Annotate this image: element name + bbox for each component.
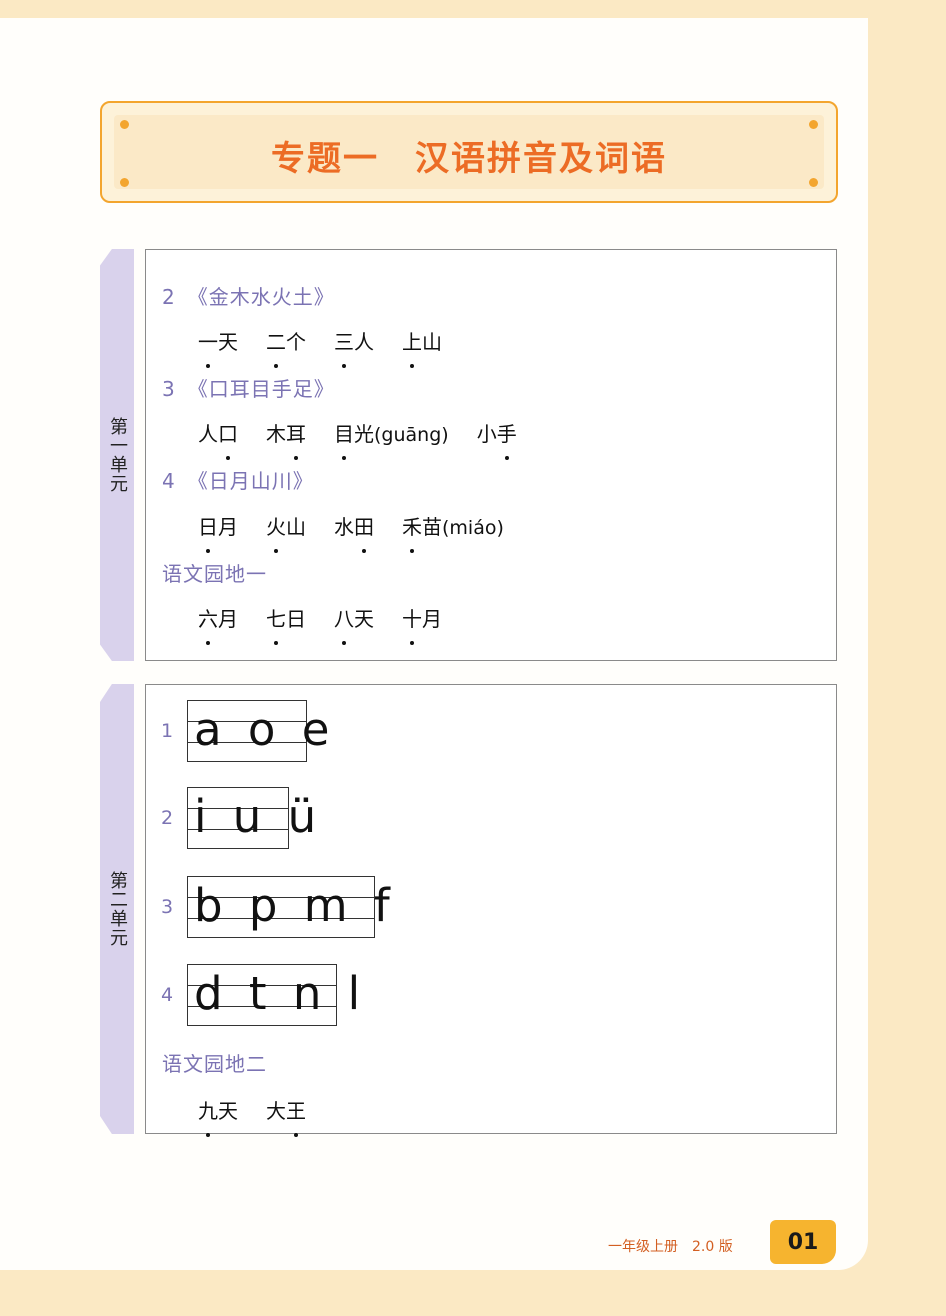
- book-edition: 一年级上册 2.0 版: [608, 1239, 733, 1255]
- corner-dot: [809, 120, 818, 129]
- vocab-char: 光: [354, 422, 374, 446]
- vocab-char: 山: [422, 330, 442, 354]
- vocab-char: 人: [354, 330, 374, 354]
- word-row: 日月 火山 水田 禾苗(miáo): [198, 511, 532, 553]
- vocab-char: 小: [476, 422, 497, 446]
- vocab-char: 九: [198, 1095, 218, 1137]
- lesson-heading: 3 《口耳目手足》: [162, 377, 335, 401]
- vocab-char: 上: [402, 326, 422, 368]
- vocab-word: 一天: [198, 326, 238, 368]
- vocab-char: 大: [266, 1099, 286, 1123]
- unit1-tab: 第一单元: [100, 249, 134, 661]
- vocab-word: 九天: [198, 1095, 238, 1137]
- pinyin-item: 2 i u ü: [161, 787, 316, 849]
- vocab-word: 小手: [476, 418, 517, 460]
- vocab-char: 六: [198, 603, 218, 645]
- vocab-char: 火: [266, 511, 286, 553]
- pinyin-item: 4 d t n l: [161, 964, 360, 1026]
- vocab-char: 天: [354, 607, 374, 631]
- vocab-char: 月: [218, 515, 238, 539]
- four-line-box: a o e: [187, 700, 329, 762]
- page-title: 专题一 汉语拼音及词语: [271, 139, 667, 179]
- vocab-char: 八: [334, 603, 354, 645]
- pinyin-item: 1 a o e: [161, 700, 329, 762]
- vocab-char: 一: [198, 326, 218, 368]
- vocab-word: 七日: [266, 603, 306, 645]
- vocab-word: 上山: [402, 326, 442, 368]
- four-line-box: i u ü: [187, 787, 316, 849]
- vocab-char: 个: [286, 330, 306, 354]
- unit2-tab-label: 第二单元: [107, 871, 128, 947]
- title-banner: 专题一 汉语拼音及词语: [100, 101, 838, 203]
- word-row: 一天 二个 三人 上山: [198, 326, 470, 368]
- vocab-char: 田: [354, 511, 374, 553]
- vocab-word: 水田: [334, 511, 374, 553]
- vocab-char: 禾: [402, 511, 422, 553]
- vocab-word: 人口: [198, 418, 238, 460]
- vocab-char: 耳: [286, 418, 306, 460]
- vocab-word: 十月: [402, 603, 442, 645]
- vocab-char: 七: [266, 603, 286, 645]
- vocab-word: 目光(guāng): [334, 418, 449, 460]
- word-row: 六月 七日 八天 十月: [198, 603, 470, 645]
- word-row: 人口 木耳 目光(guāng) 小手: [198, 418, 545, 460]
- vocab-char: 手: [497, 418, 517, 460]
- unit2-tab: 第二单元: [100, 684, 134, 1134]
- four-line-box: d t n l: [187, 964, 360, 1026]
- word-row: 九天 大王: [198, 1095, 334, 1137]
- vocab-char: 人: [198, 422, 218, 446]
- vocab-char: 十: [402, 603, 422, 645]
- pinyin-annotation: (miáo): [442, 517, 504, 539]
- vocab-char: 苗: [422, 515, 442, 539]
- lesson-heading: 4 《日月山川》: [162, 469, 314, 493]
- vocab-word: 三人: [334, 326, 374, 368]
- lesson-heading: 2 《金木水火土》: [162, 285, 335, 309]
- unit1-tab-label: 第一单元: [107, 417, 128, 493]
- four-line-box: b p m f: [187, 876, 390, 938]
- vocab-char: 天: [218, 1099, 238, 1123]
- unit1-panel: [145, 249, 837, 661]
- vocab-word: 火山: [266, 511, 306, 553]
- vocab-char: 王: [286, 1095, 306, 1137]
- vocab-char: 月: [422, 607, 442, 631]
- lesson-heading: 语文园地一: [162, 562, 267, 586]
- vocab-char: 日: [286, 607, 306, 631]
- vocab-char: 水: [334, 515, 354, 539]
- vocab-char: 口: [218, 418, 238, 460]
- vocab-char: 天: [218, 330, 238, 354]
- vocab-word: 木耳: [266, 418, 306, 460]
- pinyin-annotation: (guāng): [374, 424, 449, 446]
- vocab-char: 目: [334, 418, 354, 460]
- page-number: 01: [770, 1220, 836, 1264]
- vocab-word: 六月: [198, 603, 238, 645]
- vocab-char: 日: [198, 511, 218, 553]
- vocab-word: 禾苗(miáo): [402, 511, 504, 553]
- vocab-word: 八天: [334, 603, 374, 645]
- vocab-char: 三: [334, 326, 354, 368]
- vocab-word: 日月: [198, 511, 238, 553]
- vocab-word: 大王: [266, 1095, 306, 1137]
- vocab-word: 二个: [266, 326, 306, 368]
- lesson-heading: 语文园地二: [162, 1052, 267, 1076]
- vocab-char: 二: [266, 326, 286, 368]
- vocab-char: 山: [286, 515, 306, 539]
- vocab-char: 月: [218, 607, 238, 631]
- pinyin-item: 3 b p m f: [161, 876, 390, 938]
- corner-dot: [120, 120, 129, 129]
- vocab-char: 木: [266, 422, 286, 446]
